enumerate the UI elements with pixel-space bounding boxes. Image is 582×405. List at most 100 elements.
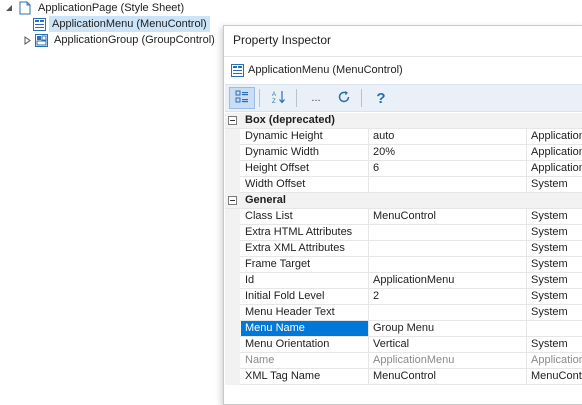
row-gutter (225, 257, 240, 273)
more-button[interactable]: ... (303, 87, 329, 109)
row-gutter (225, 321, 240, 337)
property-value[interactable] (368, 305, 526, 320)
property-name: Name (245, 354, 275, 366)
svg-text:A: A (272, 92, 276, 98)
collapse-icon[interactable] (228, 196, 237, 205)
row-gutter (225, 209, 240, 225)
property-name: Height Offset (245, 162, 309, 174)
category-row-box[interactable]: Box (deprecated) (225, 113, 582, 129)
property-value[interactable] (368, 225, 526, 240)
property-name: Initial Fold Level (245, 290, 325, 302)
tree-item-label: ApplicationMenu (MenuControl) (49, 16, 210, 32)
property-value[interactable]: ApplicationMenu (368, 273, 526, 288)
categorized-icon (235, 90, 249, 107)
property-name: XML Tag Name (245, 370, 321, 382)
property-row[interactable]: Dynamic Height auto ApplicationMenu (225, 129, 582, 145)
property-row[interactable]: XML Tag Name MenuControl MenuControl (225, 369, 582, 385)
property-name: Class List (245, 210, 293, 222)
property-name: Id (245, 274, 255, 286)
divider (224, 56, 582, 57)
property-value[interactable]: MenuControl (368, 209, 526, 224)
refresh-button[interactable] (331, 87, 357, 109)
property-row[interactable]: Menu Orientation Vertical System (225, 337, 582, 353)
property-source: System (526, 337, 582, 352)
group-control-icon (34, 33, 48, 47)
property-row[interactable]: Extra HTML Attributes System (225, 225, 582, 241)
property-row[interactable]: Initial Fold Level 2 System (225, 289, 582, 305)
row-gutter (225, 129, 240, 145)
property-row[interactable]: Dynamic Width 20% ApplicationMenu (225, 145, 582, 161)
row-gutter (225, 289, 240, 305)
property-name: Extra HTML Attributes (245, 226, 353, 238)
property-value[interactable] (368, 177, 526, 192)
property-source: System (526, 209, 582, 224)
property-row-readonly[interactable]: Name ApplicationMenu ApplicationMenu (225, 353, 582, 369)
property-row[interactable]: Width Offset System (225, 177, 582, 193)
property-source: ApplicationMenu (526, 353, 582, 368)
svg-text:Z: Z (272, 99, 276, 104)
property-name: Frame Target (245, 258, 311, 270)
property-name: Menu Orientation (245, 338, 330, 350)
property-source: ApplicationMenu (526, 161, 582, 176)
tree-item-label: ApplicationPage (Style Sheet) (38, 2, 185, 14)
page-icon (18, 1, 32, 15)
property-value: ApplicationMenu (368, 353, 526, 368)
property-value[interactable]: MenuControl (368, 369, 526, 384)
row-gutter (225, 305, 240, 321)
tree-item-label: ApplicationGroup (GroupControl) (54, 34, 215, 46)
property-source: ApplicationMenu (526, 129, 582, 144)
property-name: Menu Header Text (245, 306, 335, 318)
property-row[interactable]: Id ApplicationMenu System (225, 273, 582, 289)
property-source: ApplicationMenu (526, 145, 582, 160)
property-source: System (526, 289, 582, 304)
help-button[interactable]: ? (368, 87, 394, 109)
row-gutter (225, 369, 240, 385)
property-row[interactable]: Extra XML Attributes System (225, 241, 582, 257)
property-name: Width Offset (245, 178, 306, 190)
collapse-icon[interactable] (228, 116, 237, 125)
collapsed-arrow-icon[interactable] (22, 35, 32, 45)
property-value[interactable]: 20% (368, 145, 526, 160)
ellipsis-label: ... (311, 92, 321, 104)
sort-alphabetical-button[interactable]: AZ (266, 87, 292, 109)
property-source: System (526, 305, 582, 320)
row-gutter (225, 177, 240, 193)
property-name: Dynamic Height (245, 130, 323, 142)
property-row-selected[interactable]: Menu Name Group Menu (225, 321, 582, 337)
property-grid: Box (deprecated) Dynamic Height auto App… (225, 113, 582, 385)
property-value[interactable] (368, 257, 526, 272)
property-value[interactable] (368, 241, 526, 256)
property-row[interactable]: Height Offset 6 ApplicationMenu (225, 161, 582, 177)
row-gutter (225, 161, 240, 177)
tree-item-application-group[interactable]: ApplicationGroup (GroupControl) (22, 32, 218, 48)
toolbar-separator (259, 89, 260, 107)
property-value[interactable]: 2 (368, 289, 526, 304)
property-row[interactable]: Frame Target System (225, 257, 582, 273)
property-source: System (526, 257, 582, 272)
row-gutter (225, 241, 240, 257)
property-row[interactable]: Menu Header Text System (225, 305, 582, 321)
categorized-view-button[interactable] (229, 87, 255, 109)
expanded-arrow-icon[interactable] (4, 3, 14, 13)
property-value[interactable]: Vertical (368, 337, 526, 352)
property-value[interactable]: Group Menu (368, 321, 526, 336)
toolbar-separator (361, 89, 362, 107)
property-source: MenuControl (526, 369, 582, 384)
property-row[interactable]: Class List MenuControl System (225, 209, 582, 225)
property-inspector-window: Property Inspector ApplicationMenu (Menu… (223, 25, 582, 405)
property-value[interactable]: 6 (368, 161, 526, 176)
property-source: System (526, 273, 582, 288)
property-value[interactable]: auto (368, 129, 526, 144)
tree-item-application-menu[interactable]: ApplicationMenu (MenuControl) (32, 16, 210, 32)
property-source: System (526, 177, 582, 192)
menu-control-icon (32, 17, 46, 31)
row-gutter (225, 225, 240, 241)
tree-item-application-page[interactable]: ApplicationPage (Style Sheet) (4, 0, 187, 16)
window-title[interactable]: Property Inspector (224, 26, 582, 54)
property-name: Dynamic Width (245, 146, 319, 158)
sort-az-icon: AZ (271, 90, 287, 107)
category-row-general[interactable]: General (225, 193, 582, 209)
property-source: System (526, 225, 582, 240)
row-gutter (225, 273, 240, 289)
row-gutter (225, 337, 240, 353)
